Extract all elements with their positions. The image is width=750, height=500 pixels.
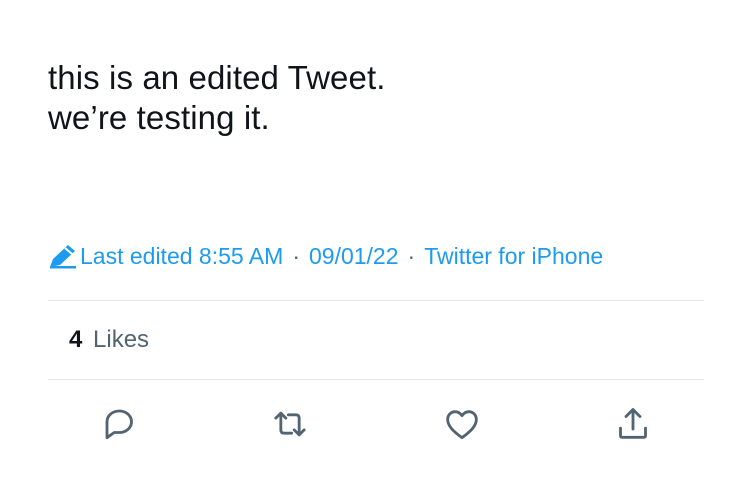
meta-separator: · <box>292 242 300 269</box>
divider <box>48 300 704 301</box>
likes-label: Likes <box>93 326 150 353</box>
tweet-detail: this is an edited Tweet. we’re testing i… <box>0 0 750 500</box>
likes-count: 4 <box>69 326 83 353</box>
share-icon <box>613 404 653 444</box>
retweet-button[interactable] <box>268 402 312 446</box>
tweet-metadata: Last edited 8:55 AM · 09/01/22 · Twitter… <box>48 240 603 272</box>
pencil-icon <box>48 243 78 269</box>
heart-icon <box>442 404 482 444</box>
divider <box>48 379 704 380</box>
edit-history-link[interactable]: Last edited 8:55 AM <box>80 243 283 270</box>
likes-link[interactable]: 4 Likes <box>69 324 149 356</box>
meta-separator: · <box>407 242 416 269</box>
retweet-icon <box>270 404 310 444</box>
tweet-text: this is an edited Tweet. we’re testing i… <box>48 58 708 138</box>
tweet-text-line: we’re testing it. <box>48 99 270 136</box>
like-button[interactable] <box>440 402 484 446</box>
tweet-source-link[interactable]: Twitter for iPhone <box>424 243 603 270</box>
reply-button[interactable] <box>97 402 141 446</box>
reply-icon <box>99 404 139 444</box>
tweet-date: 09/01/22 <box>308 242 399 269</box>
tweet-text-line: this is an edited Tweet. <box>48 59 386 96</box>
share-button[interactable] <box>611 402 655 446</box>
